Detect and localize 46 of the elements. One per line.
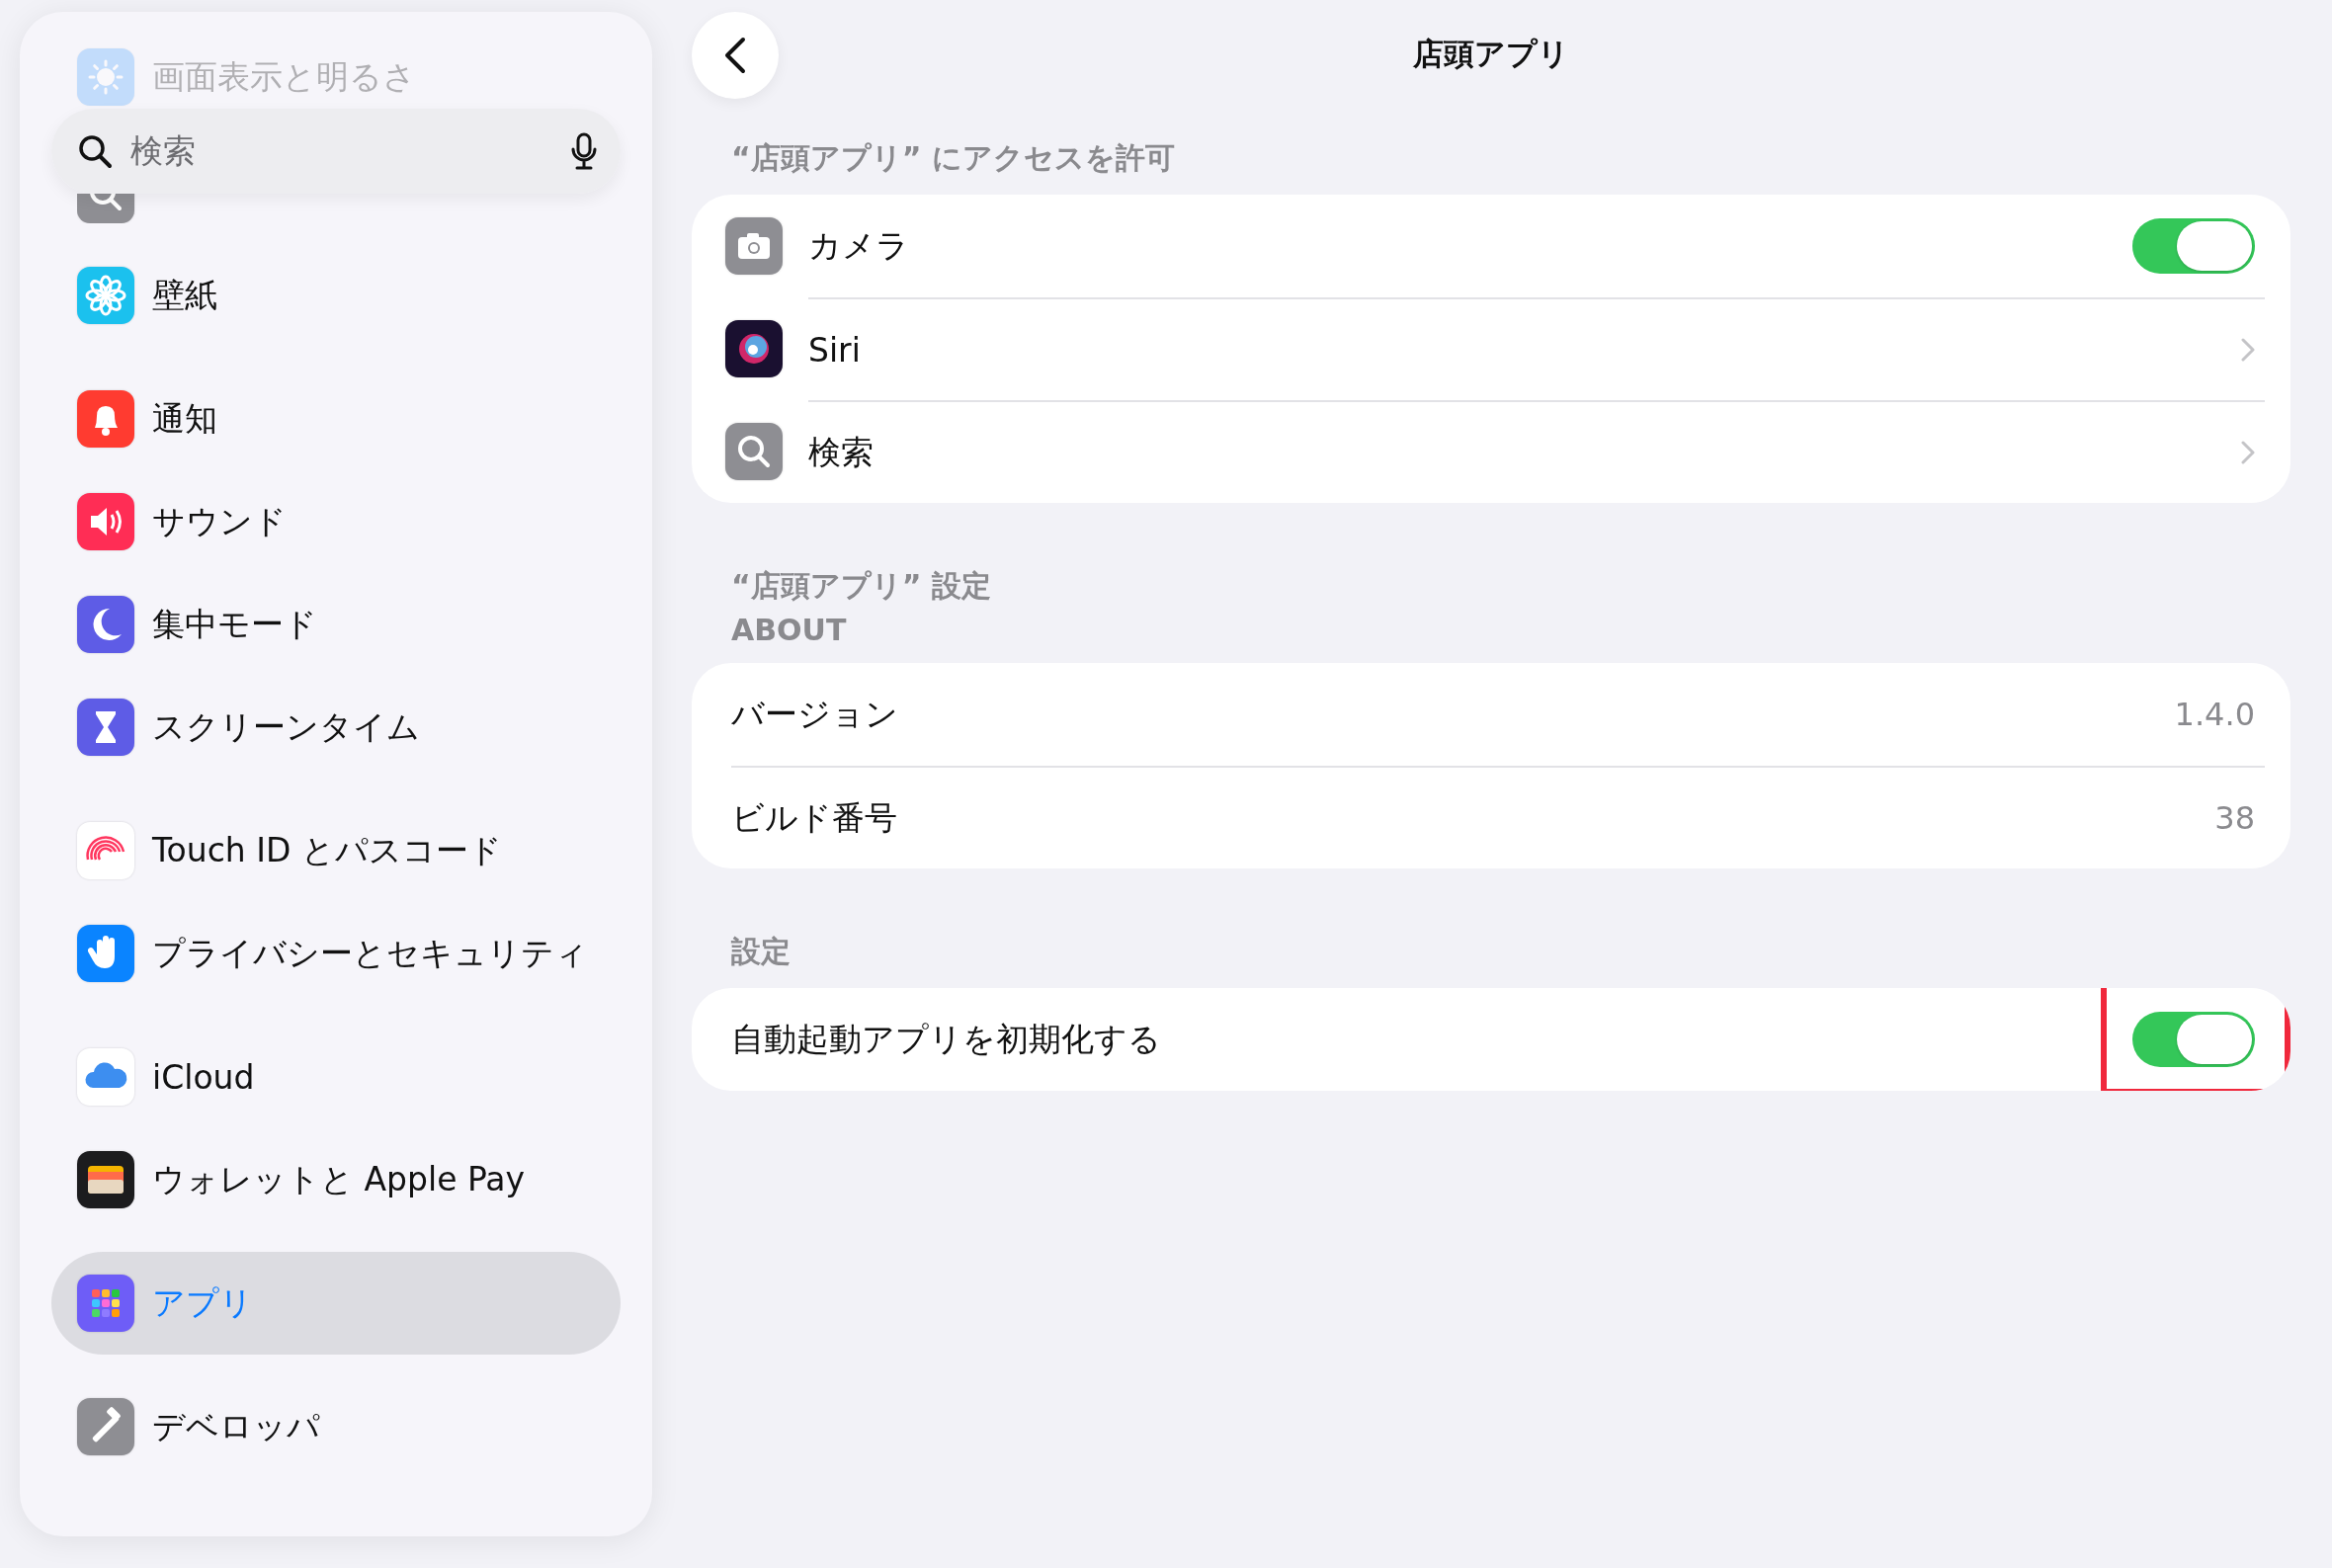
microphone-icon[interactable] bbox=[571, 132, 597, 170]
setting-label: Siri bbox=[808, 330, 861, 370]
section-header: ABOUT bbox=[731, 613, 848, 647]
chevron-icon bbox=[2241, 338, 2255, 362]
section-header: “店頭アプリ” にアクセスを許可 bbox=[731, 139, 1176, 177]
search-icon bbox=[725, 423, 783, 480]
search-field[interactable]: 検索 bbox=[51, 109, 621, 194]
hand-icon bbox=[77, 925, 134, 982]
sidebar-item[interactable]: サウンド bbox=[51, 470, 621, 573]
setting-label: ビルド番号 bbox=[731, 796, 897, 839]
sidebar-item[interactable]: プライバシーとセキュリティ bbox=[51, 902, 621, 1005]
moon-icon bbox=[77, 596, 134, 653]
setting-label: バージョン bbox=[731, 693, 898, 735]
setting-label: 自動起動アプリを初期化する bbox=[731, 1018, 1161, 1060]
bell-icon bbox=[77, 390, 134, 448]
toggle-switch[interactable] bbox=[2132, 218, 2255, 274]
setting-value: 38 bbox=[2214, 799, 2255, 837]
sidebar-item[interactable]: 通知 bbox=[51, 368, 621, 470]
page-title: 店頭アプリ bbox=[1413, 35, 1569, 73]
fingerprint-icon bbox=[77, 822, 134, 879]
section-header: “店頭アプリ” 設定 bbox=[731, 567, 992, 605]
sidebar-item[interactable]: Touch ID とパスコード bbox=[51, 799, 621, 902]
setting-label: 検索 bbox=[808, 431, 874, 473]
section-header: 設定 bbox=[731, 933, 791, 970]
hammer-icon bbox=[77, 1398, 134, 1455]
setting-label: カメラ bbox=[808, 224, 909, 267]
sidebar-item[interactable]: スクリーンタイム bbox=[51, 676, 621, 779]
toggle-switch[interactable] bbox=[2132, 1012, 2255, 1067]
camera-icon bbox=[725, 217, 783, 275]
wallet-icon bbox=[77, 1151, 134, 1208]
cloud-icon bbox=[77, 1048, 134, 1106]
hourglass-icon bbox=[77, 699, 134, 756]
flower-icon bbox=[77, 267, 134, 324]
speaker-icon bbox=[77, 493, 134, 550]
siri-orb-icon bbox=[725, 320, 783, 377]
sidebar-item[interactable]: ウォレットと Apple Pay bbox=[51, 1128, 621, 1231]
chevron-left-icon bbox=[723, 37, 747, 74]
sidebar-item[interactable]: iCloud bbox=[51, 1026, 621, 1128]
search-icon bbox=[77, 133, 113, 169]
sidebar-item[interactable]: 壁紙 bbox=[51, 244, 621, 347]
sidebar-item[interactable]: デベロッパ bbox=[51, 1375, 621, 1478]
sun-icon bbox=[77, 48, 134, 106]
setting-value: 1.4.0 bbox=[2174, 696, 2255, 733]
app-grid-icon bbox=[77, 1275, 134, 1332]
sidebar-item[interactable]: 集中モード bbox=[51, 573, 621, 676]
chevron-icon bbox=[2241, 441, 2255, 464]
